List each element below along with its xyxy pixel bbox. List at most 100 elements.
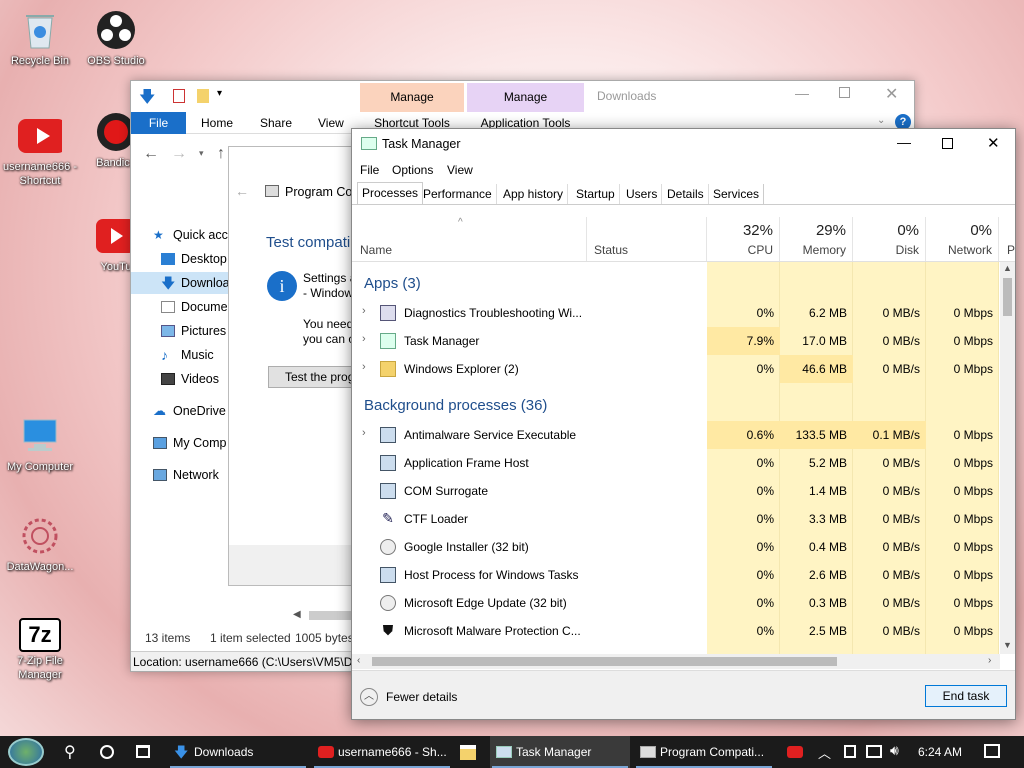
store-icon[interactable] <box>460 745 476 760</box>
chevron-up-icon[interactable]: ︿ <box>818 743 831 762</box>
scroll-up-icon[interactable]: ▲ <box>1003 263 1012 273</box>
nav-downloads[interactable]: 🡇 Downloa <box>131 272 230 294</box>
tab-details[interactable]: Details <box>663 184 709 205</box>
tab-home[interactable]: Home <box>187 112 247 134</box>
desktop-icon-username666-shortcut[interactable]: username666 - Shortcut <box>0 114 80 188</box>
system-tray-clock[interactable]: 6:24 AM <box>918 745 962 759</box>
tab-performance[interactable]: Performance <box>419 184 497 205</box>
youtube-icon[interactable] <box>787 746 803 758</box>
back-arrow-icon[interactable]: ← <box>235 183 249 199</box>
desktop-icon-obs[interactable]: OBS Studio <box>76 8 156 68</box>
process-row[interactable]: Google Installer (32 bit) 0% 0.4 MB 0 MB… <box>352 533 1000 561</box>
nav-music[interactable]: ♪ Music <box>161 344 214 366</box>
notification-icon[interactable] <box>984 744 1000 758</box>
taskbar-item-task-manager[interactable]: Task Manager <box>490 736 630 768</box>
desktop-icon-recycle-bin[interactable]: Recycle Bin <box>0 8 80 68</box>
start-button[interactable] <box>8 738 44 766</box>
expand-chevron-icon[interactable]: › <box>362 361 366 373</box>
expand-chevron-icon[interactable]: › <box>362 333 366 345</box>
folder-icon[interactable] <box>197 89 209 103</box>
nav-desktop[interactable]: Desktop <box>161 248 227 270</box>
nav-network[interactable]: Network <box>153 464 219 486</box>
process-row[interactable]: Host Process for Windows Tasks 0% 2.6 MB… <box>352 561 1000 589</box>
nav-videos[interactable]: Videos <box>161 368 219 390</box>
nav-pictures[interactable]: Pictures <box>161 320 226 342</box>
column-network[interactable]: 0% Network <box>926 217 999 262</box>
tab-services[interactable]: Services <box>709 184 765 205</box>
process-row[interactable]: Application Frame Host 0% 5.2 MB 0 MB/s … <box>352 449 1000 477</box>
taskbar-item-program-compatibility[interactable]: Program Compati... <box>634 736 774 768</box>
vertical-scrollbar[interactable]: ▲ ▼ <box>1000 262 1015 654</box>
task-view-icon[interactable] <box>136 745 150 758</box>
scroll-thumb[interactable] <box>1003 278 1012 316</box>
chevron-down-icon[interactable]: ⌄ <box>877 115 885 126</box>
scroll-down-icon[interactable]: ▼ <box>1003 640 1012 650</box>
column-cpu[interactable]: 32% CPU <box>707 217 780 262</box>
tab-app-history[interactable]: App history <box>499 184 569 205</box>
nav-my-computer[interactable]: My Comp <box>153 432 226 454</box>
volume-icon[interactable]: 🔊︎ <box>890 742 899 759</box>
forward-arrow-icon[interactable]: → <box>171 145 187 163</box>
scroll-left-icon[interactable]: ◀ <box>293 609 301 620</box>
desktop-icon-my-computer[interactable]: My Computer <box>0 414 80 474</box>
process-row[interactable]: ⛊ Microsoft Malware Protection C... 0% 2… <box>352 617 1000 645</box>
monitor-icon[interactable] <box>844 745 856 758</box>
tab-users[interactable]: Users <box>622 184 663 205</box>
nav-quick-access[interactable]: ★ Quick acc <box>153 224 228 246</box>
process-row[interactable]: › Windows Explorer (2) 0% 46.6 MB 0 MB/s… <box>352 355 1000 383</box>
maximize-button[interactable] <box>839 87 850 98</box>
back-arrow-icon[interactable]: ← <box>143 145 159 163</box>
column-name[interactable]: ^ Name <box>352 217 587 262</box>
desktop-icon-7zip[interactable]: 7z 7-Zip File Manager <box>0 618 80 682</box>
process-row[interactable]: COM Surrogate 0% 1.4 MB 0 MB/s 0 Mbps <box>352 477 1000 505</box>
process-row[interactable]: › Task Manager 7.9% 17.0 MB 0 MB/s 0 Mbp… <box>352 327 1000 355</box>
chevron-down-icon[interactable]: ▾ <box>217 88 222 99</box>
close-button[interactable]: ✕ <box>885 84 898 104</box>
minimize-button[interactable]: — <box>897 134 911 150</box>
menu-view[interactable]: View <box>447 163 473 177</box>
up-arrow-icon[interactable]: ↑ <box>217 145 225 163</box>
end-task-button[interactable]: End task <box>925 685 1007 707</box>
scroll-right-icon[interactable]: › <box>988 655 991 666</box>
process-row[interactable]: › Antimalware Service Executable 0.6% 13… <box>352 421 1000 449</box>
close-button[interactable]: ✕ <box>987 134 1000 152</box>
maximize-button[interactable] <box>942 138 953 149</box>
horizontal-scrollbar[interactable]: ◀ <box>229 607 351 623</box>
menu-options[interactable]: Options <box>392 163 433 177</box>
column-power[interactable]: P <box>999 217 1015 262</box>
expand-chevron-icon[interactable]: › <box>362 305 366 317</box>
search-icon[interactable]: ⚲ <box>64 742 76 762</box>
tab-share[interactable]: Share <box>246 112 306 134</box>
process-row[interactable]: Microsoft Edge Update (32 bit) 0% 0.3 MB… <box>352 589 1000 617</box>
process-row[interactable]: › Diagnostics Troubleshooting Wi... 0% 6… <box>352 299 1000 327</box>
column-disk[interactable]: 0% Disk <box>853 217 926 262</box>
tab-startup[interactable]: Startup <box>572 184 620 205</box>
network-icon[interactable] <box>866 745 882 758</box>
down-arrow-icon[interactable]: 🡇 <box>139 86 155 113</box>
scroll-left-icon[interactable]: ‹ <box>357 655 360 666</box>
scroll-thumb[interactable] <box>372 657 837 666</box>
taskbar-item-username666[interactable]: username666 - Sh... <box>312 736 452 768</box>
task-manager-window[interactable]: Task Manager — ✕ File Options View Proce… <box>351 128 1016 720</box>
scroll-thumb[interactable] <box>309 611 351 620</box>
horizontal-scrollbar[interactable]: ‹ › <box>352 654 1000 669</box>
process-row[interactable]: ✎ CTF Loader 0% 3.3 MB 0 MB/s 0 Mbps <box>352 505 1000 533</box>
explorer-titlebar[interactable]: 🡇 ▾ Manage Manage Downloads — ✕ <box>131 81 914 112</box>
tab-file[interactable]: File <box>131 112 186 134</box>
menu-file[interactable]: File <box>360 163 379 177</box>
desktop-icon-datawagon[interactable]: DataWagon... <box>0 514 80 574</box>
expand-chevron-icon[interactable]: › <box>362 427 366 439</box>
column-status[interactable]: Status <box>587 217 707 262</box>
chevron-down-icon[interactable]: ▾ <box>199 148 204 159</box>
properties-icon[interactable] <box>173 89 185 103</box>
minimize-button[interactable]: — <box>795 85 809 101</box>
tab-processes[interactable]: Processes <box>357 182 424 205</box>
cortana-icon[interactable] <box>100 745 114 759</box>
column-memory[interactable]: 29% Memory <box>780 217 853 262</box>
program-compatibility-window[interactable]: ← Program Co Test compati i Settings a -… <box>228 146 368 586</box>
tab-view[interactable]: View <box>304 112 358 134</box>
nav-documents[interactable]: Docume <box>161 296 228 318</box>
taskbar-item-downloads[interactable]: 🡇 Downloads <box>168 736 308 768</box>
fewer-details-button[interactable]: ︿ Fewer details <box>360 687 457 707</box>
nav-onedrive[interactable]: ☁ OneDrive <box>153 400 226 422</box>
